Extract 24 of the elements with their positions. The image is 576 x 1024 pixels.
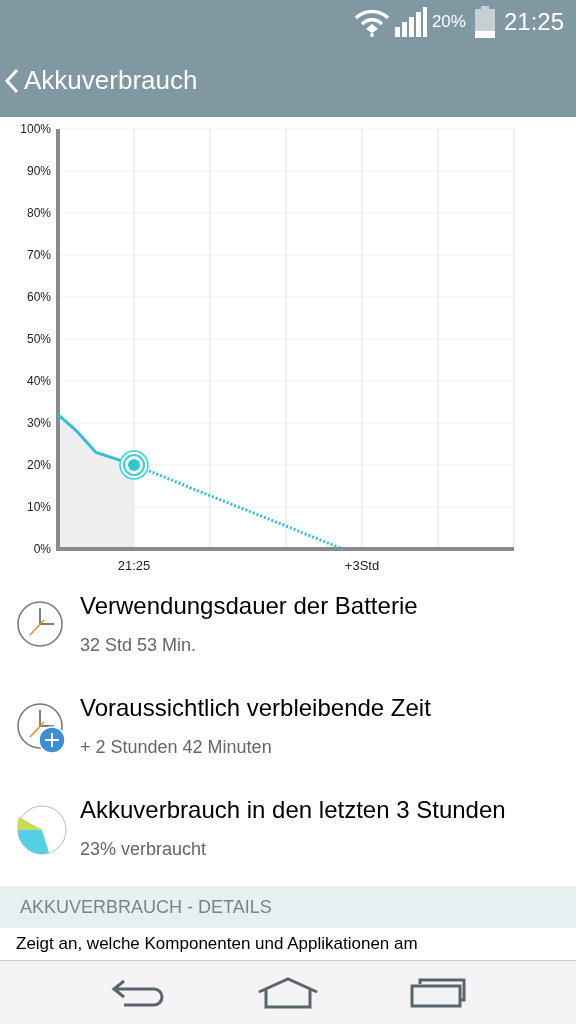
x-axis-label: 21:25 xyxy=(117,558,151,573)
y-axis-label: 30% xyxy=(26,416,51,430)
item-title: Voraussichtlich verbleibende Zeit xyxy=(80,693,431,723)
y-axis-label: 20% xyxy=(26,458,51,472)
item-value: 32 Std 53 Min. xyxy=(80,634,198,657)
item-value: 23% verbraucht xyxy=(80,838,208,861)
item-value: + 2 Stunden 42 Minuten xyxy=(80,736,273,759)
y-axis-label: 10% xyxy=(26,500,51,514)
clock-time: 21:25 xyxy=(503,7,564,37)
item-title: Akkuverbrauch in den letzten 3 Stunden xyxy=(80,795,506,825)
x-axis-label: +3Std xyxy=(344,558,380,573)
y-axis-label: 0% xyxy=(33,542,51,556)
section-header: AKKUVERBRAUCH - DETAILS xyxy=(0,886,576,928)
y-axis-label: 90% xyxy=(26,164,51,178)
y-axis-label: 100% xyxy=(20,122,51,136)
page-title: Akkuverbrauch xyxy=(24,64,198,97)
details-description: Zeigt an, welche Komponenten und Applikationen am xyxy=(16,933,418,956)
y-axis-label: 40% xyxy=(26,374,51,388)
battery-percent: 20% xyxy=(431,11,466,34)
item-title: Verwendungsdauer der Batterie xyxy=(80,591,418,621)
y-axis-label: 70% xyxy=(26,248,51,262)
y-axis-label: 50% xyxy=(26,332,51,346)
y-axis-label: 80% xyxy=(26,206,51,220)
y-axis-label: 60% xyxy=(26,290,51,304)
